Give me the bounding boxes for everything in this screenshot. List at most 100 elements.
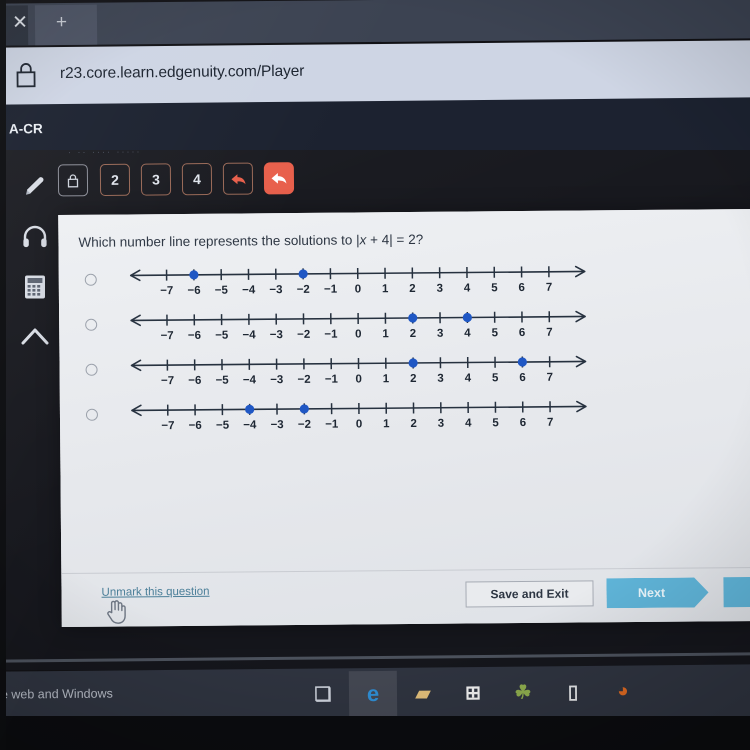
number-line-c[interactable]: −7 −6 −5 −4 −3 −2 −1 0 1 2 3 4 5 6 7 [123, 348, 593, 397]
svg-text:7: 7 [547, 372, 554, 384]
svg-text:7: 7 [546, 327, 553, 339]
svg-text:0: 0 [355, 373, 362, 385]
svg-text:2: 2 [409, 283, 416, 295]
next-button[interactable]: Next [606, 577, 708, 608]
svg-text:−7: −7 [161, 330, 174, 342]
svg-text:7: 7 [547, 417, 554, 429]
svg-text:3: 3 [437, 283, 444, 295]
browser-url-bar[interactable]: r23.core.learn.edgenuity.com/Player [0, 40, 750, 106]
back-arrow-outline-button[interactable] [222, 162, 254, 195]
svg-text:6: 6 [518, 282, 525, 294]
svg-text:−6: −6 [189, 420, 202, 432]
svg-text:0: 0 [355, 283, 362, 295]
svg-text:2: 2 [410, 418, 417, 430]
task-view-icon-glyph: ❑ [314, 683, 332, 706]
svg-text:−5: −5 [215, 285, 229, 297]
plus-icon[interactable]: + [56, 12, 67, 33]
taskbar-icons: ❑ e ▰ ⊞ ☘ ▯ ◕ [306, 668, 646, 717]
svg-text:2: 2 [410, 328, 417, 340]
answer-option[interactable]: −7 −6 −5 −4 −3 −2 −1 0 1 2 3 4 5 6 7 [76, 392, 736, 443]
svg-text:−3: −3 [269, 284, 282, 296]
svg-text:−7: −7 [161, 420, 174, 432]
question-toolbar: 2 3 4 [57, 162, 358, 205]
url-text[interactable]: r23.core.learn.edgenuity.com/Player [60, 63, 305, 83]
svg-text:3: 3 [438, 418, 445, 430]
svg-text:−1: −1 [325, 419, 339, 431]
answer-option[interactable]: −7 −6 −5 −4 −3 −2 −1 0 1 2 3 4 5 6 7 [75, 347, 735, 398]
left-bezel [0, 0, 6, 750]
windows-taskbar: he web and Windows ❑ e ▰ ⊞ ☘ ▯ ◕ [0, 664, 750, 724]
taskbar-search-text[interactable]: he web and Windows [0, 687, 113, 702]
svg-text:1: 1 [382, 283, 389, 295]
answer-option[interactable]: −7 −6 −5 −4 −3 −2 −1 0 1 2 3 4 5 6 7 [75, 302, 735, 353]
question-text: Which number line represents the solutio… [78, 232, 423, 250]
question-2-button[interactable]: 2 [99, 163, 131, 197]
green-app-icon[interactable]: ☘ [506, 675, 540, 709]
svg-text:−6: −6 [188, 330, 201, 342]
svg-text:4: 4 [464, 327, 471, 339]
hand-cursor [106, 596, 128, 624]
svg-text:−7: −7 [160, 285, 173, 297]
svg-text:−4: −4 [243, 374, 257, 386]
screen-photo: tt ✕ + r23.core.learn.edgenuity.com/Play… [0, 0, 750, 750]
number-line-a[interactable]: −7 −6 −5 −4 −3 −2 −1 0 1 2 3 4 5 6 7 [123, 258, 593, 307]
browser-tab-strip: tt ✕ + [0, 0, 750, 46]
headphones-icon[interactable] [16, 218, 54, 256]
svg-text:6: 6 [519, 327, 526, 339]
green-app-icon-glyph: ☘ [514, 682, 532, 704]
back-arrow-filled-button[interactable] [263, 162, 295, 195]
svg-text:0: 0 [355, 328, 362, 340]
svg-text:5: 5 [492, 327, 499, 339]
svg-text:1: 1 [383, 373, 390, 385]
svg-text:4: 4 [464, 282, 471, 294]
next-button-partial[interactable] [723, 576, 750, 608]
svg-text:−7: −7 [161, 375, 174, 387]
svg-text:−1: −1 [324, 284, 338, 296]
save-and-exit-button[interactable]: Save and Exit [465, 580, 594, 608]
svg-text:−3: −3 [270, 329, 283, 341]
document-icon[interactable]: ▯ [556, 675, 590, 709]
tool-rail [12, 160, 58, 360]
collapse-up-icon[interactable] [16, 318, 54, 356]
svg-text:−1: −1 [325, 374, 339, 386]
svg-text:6: 6 [519, 372, 526, 384]
radio-button-a[interactable] [84, 273, 97, 286]
svg-text:1: 1 [382, 328, 389, 340]
close-icon[interactable]: ✕ [10, 12, 30, 33]
question-expr-rest: + 4 [366, 232, 390, 248]
svg-text:−4: −4 [242, 329, 256, 341]
svg-text:−4: −4 [243, 419, 257, 431]
radio-button-b[interactable] [85, 318, 98, 331]
svg-text:−3: −3 [271, 419, 284, 431]
radio-button-d[interactable] [85, 408, 99, 421]
calculator-icon[interactable] [16, 268, 54, 306]
svg-text:4: 4 [465, 372, 472, 384]
document-icon-glyph: ▯ [567, 681, 579, 703]
answer-option[interactable]: −7 −6 −5 −4 −3 −2 −1 0 1 2 3 4 5 6 7 [75, 257, 735, 308]
svg-text:−5: −5 [216, 420, 230, 432]
highlighter-icon[interactable] [16, 168, 54, 206]
file-explorer-icon[interactable]: ▰ [406, 676, 440, 710]
edge-browser-icon[interactable]: e [356, 677, 390, 711]
svg-text:−6: −6 [188, 375, 201, 387]
firefox-icon[interactable]: ◕ [606, 674, 640, 708]
svg-text:7: 7 [546, 282, 553, 294]
edge-browser-icon-glyph: e [366, 680, 380, 707]
svg-text:−5: −5 [215, 330, 229, 342]
radio-button-c[interactable] [85, 363, 98, 376]
microsoft-store-icon[interactable]: ⊞ [456, 676, 490, 710]
svg-text:3: 3 [437, 373, 444, 385]
svg-text:6: 6 [520, 417, 527, 429]
question-3-button[interactable]: 3 [140, 163, 172, 196]
svg-text:−5: −5 [216, 375, 230, 387]
task-view-icon[interactable]: ❑ [306, 677, 340, 711]
svg-text:1: 1 [383, 418, 390, 430]
question-prefix: Which number line represents the solutio… [78, 232, 357, 250]
svg-text:−3: −3 [270, 374, 283, 386]
number-line-b[interactable]: −7 −6 −5 −4 −3 −2 −1 0 1 2 3 4 5 6 7 [123, 303, 593, 352]
number-line-d[interactable]: −7 −6 −5 −4 −3 −2 −1 0 1 2 3 4 5 6 7 [124, 393, 594, 442]
microsoft-store-icon-glyph: ⊞ [464, 682, 482, 704]
lock-button[interactable] [57, 164, 89, 197]
firefox-icon-glyph: ◕ [617, 680, 629, 702]
question-4-button[interactable]: 4 [181, 162, 213, 196]
